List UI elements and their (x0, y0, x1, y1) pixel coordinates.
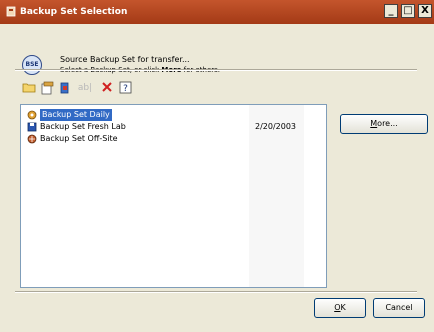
list-item-date: 2/20/2003 (255, 122, 297, 131)
backup-app-icon[interactable] (6, 6, 16, 17)
properties-icon[interactable] (38, 79, 56, 97)
list-item-label: Backup Set Off-Site (40, 134, 118, 143)
ok-button-label: K (340, 303, 346, 312)
more-button-label: ore... (377, 119, 398, 128)
new-folder-icon[interactable] (20, 79, 38, 97)
settings-icon[interactable] (56, 79, 74, 97)
list-item-backup-set-off-site[interactable]: Backup Set Off-Site (27, 133, 307, 145)
backup-set-icon (27, 110, 37, 120)
footer-separator (15, 291, 417, 293)
list-item-label: Backup Set Fresh Lab (40, 122, 126, 131)
toolbar: ab| ? (20, 79, 220, 99)
help-icon[interactable]: ? (116, 79, 134, 97)
header-title: Source Backup Set for transfer... (60, 55, 190, 64)
ok-button[interactable]: OK (314, 298, 366, 318)
close-button[interactable]: X (418, 4, 432, 18)
backup-set-selection-dialog: Backup Set Selection _ □ X BSE Source Ba… (0, 0, 434, 332)
list-item-label: Backup Set Daily (40, 109, 112, 121)
list-item-backup-set-fresh-lab[interactable]: Backup Set Fresh Lab 2/20/2003 (27, 121, 307, 133)
list-item-backup-set-daily[interactable]: Backup Set Daily (27, 109, 307, 121)
maximize-button[interactable]: □ (401, 4, 415, 18)
backup-set-list[interactable]: Backup Set Daily Backup Set Fresh Lab 2/… (20, 104, 327, 288)
floppy-disk-icon (27, 122, 37, 132)
window-title: Backup Set Selection (20, 7, 128, 17)
cancel-button[interactable]: Cancel (373, 298, 425, 318)
minimize-button[interactable]: _ (384, 4, 398, 18)
dialog-header: BSE Source Backup Set for transfer... Se… (0, 24, 434, 75)
rename-icon[interactable]: ab| (76, 79, 94, 97)
backup-set-header-icon: BSE (22, 55, 42, 75)
title-bar[interactable]: Backup Set Selection _ □ X (0, 0, 434, 24)
header-separator (15, 69, 417, 71)
network-icon (27, 134, 37, 144)
more-button[interactable]: More... (340, 114, 428, 134)
svg-text:?: ? (123, 84, 128, 94)
delete-icon[interactable] (98, 79, 116, 97)
